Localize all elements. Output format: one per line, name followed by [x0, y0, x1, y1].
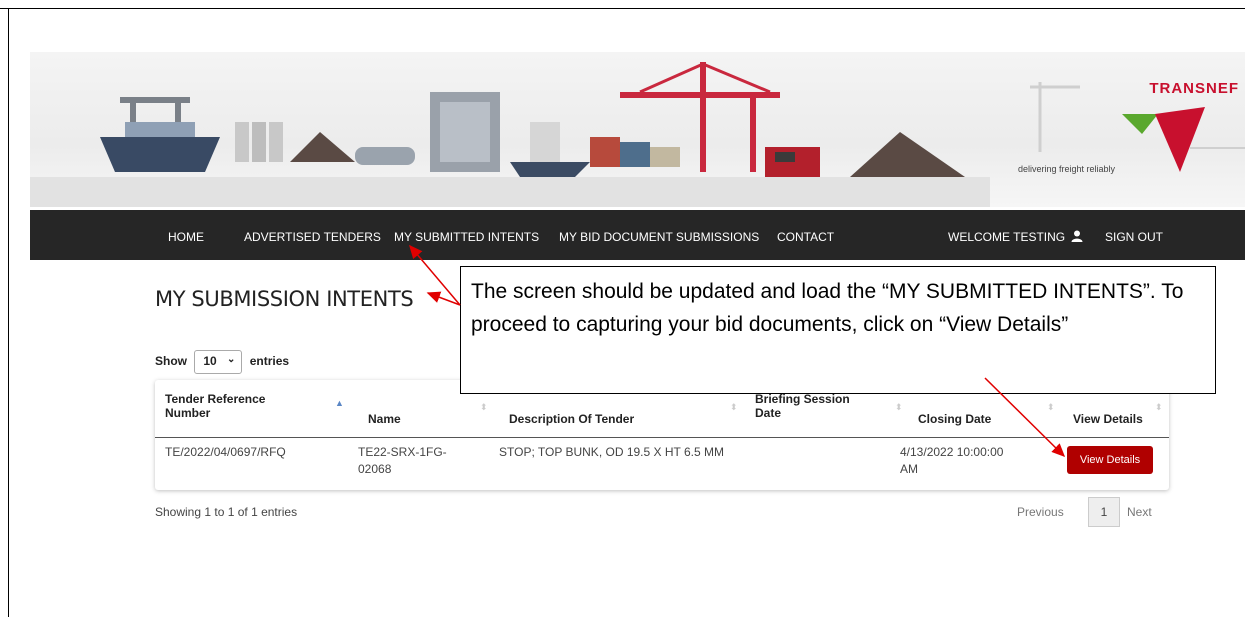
show-label: Show	[155, 354, 187, 369]
header-view-details: View Details	[1073, 412, 1143, 426]
cell-closing-date: 4/13/2022 10:00:00 AM	[900, 445, 1004, 476]
chevron-down-icon: ⌄	[226, 354, 236, 365]
sort-icon[interactable]: ⬍	[730, 402, 738, 413]
show-entries-control: Show 10 ⌄ entries	[155, 350, 289, 374]
user-icon	[1071, 230, 1083, 242]
pagination-page-1[interactable]: 1	[1088, 497, 1120, 527]
nav-advertised-tenders[interactable]: ADVERTISED TENDERS	[244, 230, 381, 244]
instruction-callout: The screen should be updated and load th…	[460, 266, 1216, 394]
callout-text: The screen should be updated and load th…	[471, 280, 1184, 336]
cell-name: TE22-SRX-1FG-02068	[358, 445, 447, 476]
document-frame-top	[0, 8, 1245, 9]
banner-illustration	[30, 62, 1245, 207]
table-info: Showing 1 to 1 of 1 entries	[155, 505, 298, 519]
nav-contact[interactable]: CONTACT	[777, 230, 834, 244]
header-name[interactable]: Name	[368, 412, 401, 426]
sort-icon[interactable]: ⬍	[895, 402, 903, 413]
logo-green-shape	[1122, 114, 1158, 134]
nav-home[interactable]: HOME	[168, 230, 204, 244]
view-details-button[interactable]: View Details	[1067, 446, 1153, 474]
brand-name: TRANSNEF	[1149, 80, 1239, 97]
sort-asc-icon[interactable]: ▲	[335, 398, 344, 408]
document-frame-left	[8, 8, 9, 617]
header-banner: TRANSNEF delivering freight reliably	[30, 52, 1245, 207]
logo-red-shape	[1155, 107, 1205, 172]
sort-icon[interactable]: ⬍	[1155, 402, 1163, 413]
page-title: MY SUBMISSION INTENTS	[155, 287, 414, 311]
header-divider	[155, 437, 1169, 438]
header-briefing-date[interactable]: Briefing Session Date	[755, 392, 870, 420]
nav-my-submitted-intents[interactable]: MY SUBMITTED INTENTS	[394, 230, 539, 244]
header-closing-date[interactable]: Closing Date	[918, 412, 991, 426]
tenders-table: Tender Reference Number ▲ Name ⬍ Descrip…	[155, 380, 1169, 490]
pagination-previous[interactable]: Previous	[1017, 505, 1064, 519]
arrow-to-title-icon	[426, 291, 461, 306]
brand-tagline: delivering freight reliably	[1018, 164, 1116, 174]
entries-select-value: 10	[203, 354, 217, 368]
welcome-label: WELCOME TESTING	[948, 230, 1066, 244]
nav-my-bid-document-submissions[interactable]: MY BID DOCUMENT SUBMISSIONS	[559, 230, 759, 244]
sort-icon[interactable]: ⬍	[480, 402, 488, 413]
header-tender-ref[interactable]: Tender Reference Number	[165, 392, 285, 420]
main-navbar: HOME ADVERTISED TENDERS MY SUBMITTED INT…	[30, 210, 1245, 260]
cell-description: STOP; TOP BUNK, OD 19.5 X HT 6.5 MM	[499, 445, 724, 459]
header-description[interactable]: Description Of Tender	[509, 412, 634, 426]
sort-icon[interactable]: ⬍	[1047, 402, 1055, 413]
entries-select[interactable]: 10 ⌄	[194, 350, 243, 374]
cell-tender-ref: TE/2022/04/0697/RFQ	[165, 445, 286, 459]
entries-label: entries	[249, 354, 290, 369]
nav-sign-out[interactable]: SIGN OUT	[1105, 230, 1163, 244]
brand-logo: TRANSNEF	[1149, 80, 1239, 98]
nav-welcome-user[interactable]: WELCOME TESTING	[948, 230, 1083, 244]
pagination-next[interactable]: Next	[1127, 505, 1152, 519]
